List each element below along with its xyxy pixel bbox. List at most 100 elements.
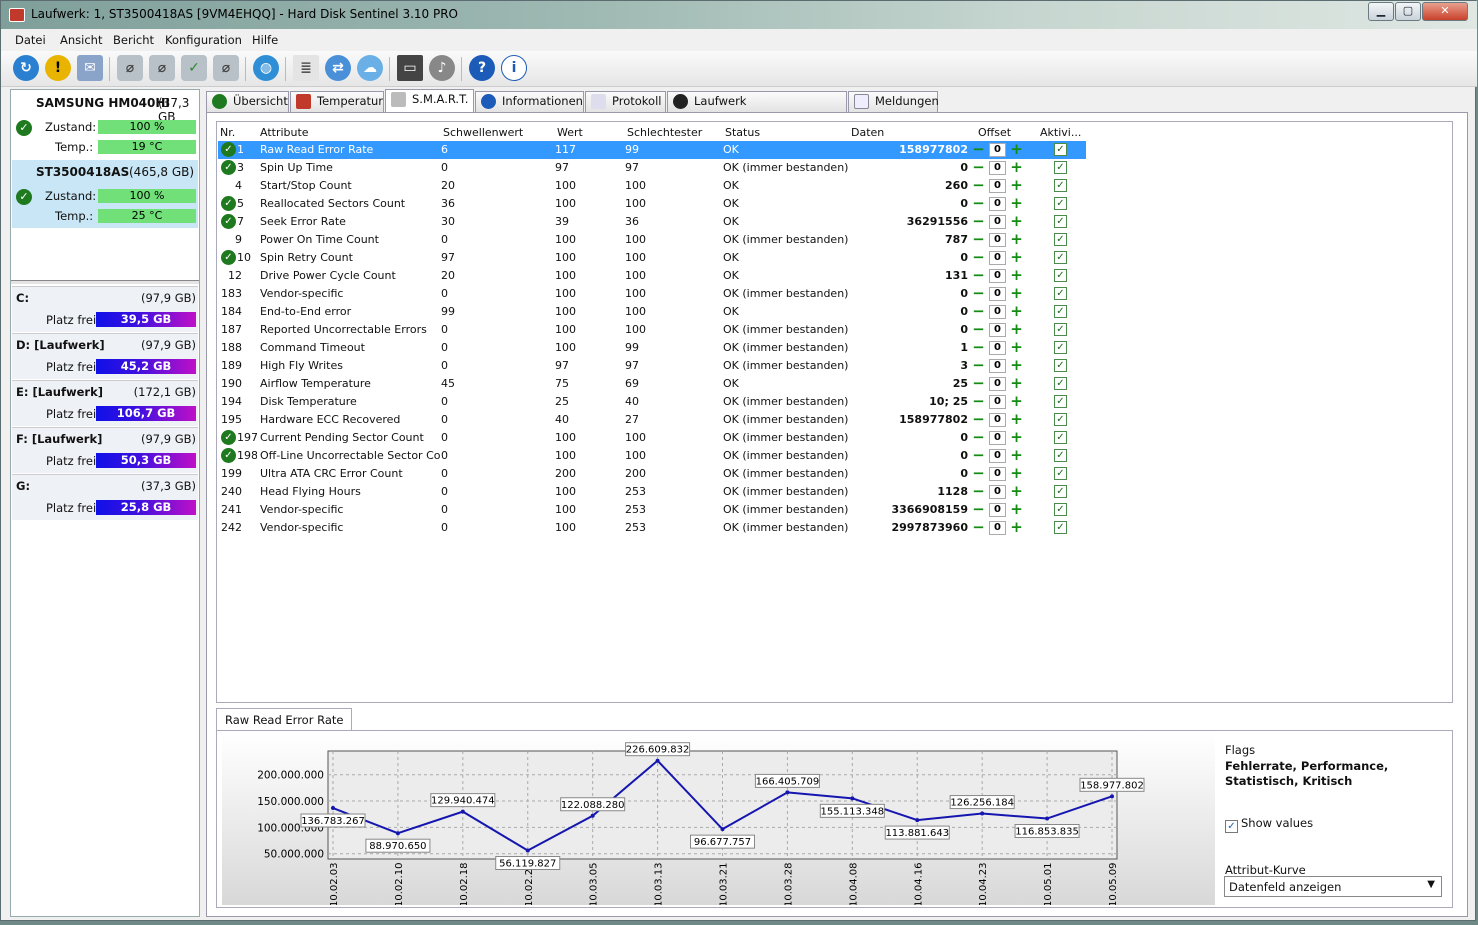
col-active[interactable]: Aktivi... [1040,126,1081,139]
col-status[interactable]: Status [725,126,760,139]
offset-field[interactable]: 0 [989,521,1006,535]
offset-field[interactable]: 0 [989,431,1006,445]
menu-ansicht[interactable]: Ansicht [60,33,102,47]
menu-bericht[interactable]: Bericht [113,33,154,47]
active-checkbox[interactable]: ✓ [1054,161,1067,174]
active-checkbox[interactable]: ✓ [1054,179,1067,192]
active-checkbox[interactable]: ✓ [1054,377,1067,390]
table-row[interactable]: 199 Ultra ATA CRC Error Count 0 200 200 OK (i… [218,465,1086,483]
offset-field[interactable]: 0 [989,161,1006,175]
active-checkbox[interactable]: ✓ [1054,215,1067,228]
offset-field[interactable]: 0 [989,395,1006,409]
network-icon[interactable]: ☁ [357,55,383,81]
offset-field[interactable]: 0 [989,323,1006,337]
minus-icon[interactable]: − [972,502,985,517]
minus-icon[interactable]: − [972,520,985,535]
table-row[interactable]: 184 End-to-End error 99 100 100 OK 0−0 + ✓ [218,303,1086,321]
active-checkbox[interactable]: ✓ [1054,251,1067,264]
offset-field[interactable]: 0 [989,377,1006,391]
plus-icon[interactable]: + [1010,178,1023,193]
active-checkbox[interactable]: ✓ [1054,359,1067,372]
table-row[interactable]: ✓ 10 Spin Retry Count 97 100 100 OK 0−0 + ✓ [218,249,1086,267]
minus-icon[interactable]: − [972,250,985,265]
minus-icon[interactable]: − [972,214,985,229]
tab-temperatur[interactable]: Temperatur [290,91,384,112]
mail-icon[interactable]: ✉ [77,55,103,81]
minus-icon[interactable]: − [972,178,985,193]
active-checkbox[interactable]: ✓ [1054,233,1067,246]
plus-icon[interactable]: + [1010,232,1023,247]
table-row[interactable]: 188 Command Timeout 0 100 99 OK (immer bestan… [218,339,1086,357]
table-row[interactable]: 187 Reported Uncorrectable Errors 0 100 100 O… [218,321,1086,339]
table-row[interactable]: 190 Airflow Temperature 45 75 69 OK 25−0 + ✓ [218,375,1086,393]
offset-field[interactable]: 0 [989,449,1006,463]
active-checkbox[interactable]: ✓ [1054,413,1067,426]
menu-hilfe[interactable]: Hilfe [252,33,278,47]
table-row[interactable]: ✓ 7 Seek Error Rate 30 39 36 OK 36291556−0 + ✓ [218,213,1086,231]
table-row[interactable]: 9 Power On Time Count 0 100 100 OK (immer bes… [218,231,1086,249]
refresh-icon[interactable]: ↻ [13,55,39,81]
plus-icon[interactable]: + [1010,358,1023,373]
plus-icon[interactable]: + [1010,376,1023,391]
show-values-checkbox[interactable]: ✓ [1225,820,1238,833]
menu-konfiguration[interactable]: Konfiguration [165,33,242,47]
disk-icon[interactable]: ⌀ [117,55,143,81]
tab-uebersicht[interactable]: Übersicht [206,91,289,112]
tab-leistung[interactable]: Laufwerk Leistungsfähigkeit [667,91,847,127]
minus-icon[interactable]: − [972,430,985,445]
tab-smart[interactable]: S.M.A.R.T. [385,89,474,113]
info-icon[interactable]: i [501,55,527,81]
title-bar[interactable]: Laufwerk: 1, ST3500418AS [9VM4EHQQ] - Ha… [1,1,1477,29]
maximize-button[interactable]: ▢ [1395,2,1421,21]
plus-icon[interactable]: + [1010,502,1023,517]
col-attribute[interactable]: Attribute [260,126,309,139]
offset-field[interactable]: 0 [989,341,1006,355]
partition-g[interactable]: G: (37,3 GB) Platz frei 25,8 GB [12,474,198,520]
active-checkbox[interactable]: ✓ [1054,287,1067,300]
offset-field[interactable]: 0 [989,485,1006,499]
active-checkbox[interactable]: ✓ [1054,197,1067,210]
globe-icon[interactable]: ◍ [253,55,279,81]
plus-icon[interactable]: + [1010,448,1023,463]
table-row[interactable]: 4 Start/Stop Count 20 100 100 OK 260−0 + ✓ [218,177,1086,195]
plus-icon[interactable]: + [1010,412,1023,427]
minus-icon[interactable]: − [972,484,985,499]
minus-icon[interactable]: − [972,142,985,157]
table-row[interactable]: 195 Hardware ECC Recovered 0 40 27 OK (immer … [218,411,1086,429]
disk-remove-icon[interactable]: ⌀ [213,55,239,81]
active-checkbox[interactable]: ✓ [1054,269,1067,282]
minus-icon[interactable]: − [972,394,985,409]
col-data[interactable]: Daten [851,126,884,139]
active-checkbox[interactable]: ✓ [1054,503,1067,516]
menu-datei[interactable]: Datei [15,33,46,47]
col-nr[interactable]: Nr. [220,126,235,139]
sound-icon[interactable]: ♪ [429,55,455,81]
plus-icon[interactable]: + [1010,214,1023,229]
table-row[interactable]: 194 Disk Temperature 0 25 40 OK (immer bestan… [218,393,1086,411]
offset-field[interactable]: 0 [989,359,1006,373]
offset-field[interactable]: 0 [989,197,1006,211]
plus-icon[interactable]: + [1010,142,1023,157]
table-row[interactable]: 241 Vendor-specific 0 100 253 OK (immer besta… [218,501,1086,519]
offset-field[interactable]: 0 [989,413,1006,427]
minus-icon[interactable]: − [972,322,985,337]
minus-icon[interactable]: − [972,196,985,211]
offset-field[interactable]: 0 [989,305,1006,319]
offset-field[interactable]: 0 [989,251,1006,265]
disk-add-icon[interactable]: ⌀ [149,55,175,81]
offset-field[interactable]: 0 [989,269,1006,283]
active-checkbox[interactable]: ✓ [1054,449,1067,462]
offset-field[interactable]: 0 [989,287,1006,301]
active-checkbox[interactable]: ✓ [1054,467,1067,480]
disk-check-icon[interactable]: ✓ [181,55,207,81]
plus-icon[interactable]: + [1010,394,1023,409]
offset-field[interactable]: 0 [989,143,1006,157]
plus-icon[interactable]: + [1010,250,1023,265]
table-row[interactable]: ✓ 197 Current Pending Sector Count 0 100 100 O… [218,429,1086,447]
plus-icon[interactable]: + [1010,340,1023,355]
tab-informationen[interactable]: Informationen [475,91,584,112]
table-row[interactable]: ✓ 198 Off-Line Uncorrectable Sector Co... 0… [218,447,1086,465]
table-row[interactable]: 183 Vendor-specific 0 100 100 OK (immer besta… [218,285,1086,303]
plus-icon[interactable]: + [1010,484,1023,499]
offset-field[interactable]: 0 [989,467,1006,481]
